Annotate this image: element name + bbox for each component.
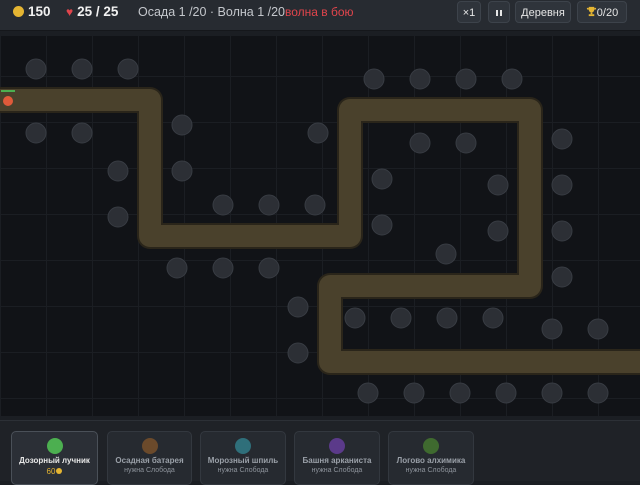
tower-slot[interactable] bbox=[482, 307, 504, 329]
gold-counter: 150 bbox=[13, 0, 51, 24]
tower-slot[interactable] bbox=[212, 257, 234, 279]
enemy-unit bbox=[3, 96, 13, 106]
tower-slot[interactable] bbox=[436, 307, 458, 329]
tower-cost-value: 60 bbox=[46, 467, 56, 476]
heart-icon: ♥ bbox=[66, 5, 74, 19]
speed-button[interactable]: ×1 bbox=[457, 1, 481, 23]
gold-value: 150 bbox=[28, 4, 51, 19]
pause-button[interactable] bbox=[488, 1, 510, 23]
tower-requirement: нужна Слобода bbox=[124, 467, 175, 474]
tower-requirement: нужна Слобода bbox=[311, 467, 363, 474]
tower-slot[interactable] bbox=[25, 58, 47, 80]
tower-requirement: нужна Слобода bbox=[405, 467, 457, 474]
tower-slot[interactable] bbox=[107, 160, 129, 182]
tower-slot[interactable] bbox=[287, 296, 309, 318]
tower-slot[interactable] bbox=[551, 174, 573, 196]
tower-slot[interactable] bbox=[541, 318, 563, 340]
tower-slot[interactable] bbox=[258, 194, 280, 216]
tower-slot[interactable] bbox=[107, 206, 129, 228]
tower-slot[interactable] bbox=[409, 68, 431, 90]
tower-slot[interactable] bbox=[25, 122, 47, 144]
coin-icon bbox=[13, 6, 24, 17]
tower-card-arcanist[interactable]: Башня арканиста нужна Слобода bbox=[294, 431, 380, 485]
tower-slot[interactable] bbox=[487, 174, 509, 196]
lives-counter: ♥ 25 / 25 bbox=[66, 0, 118, 24]
top-bar: 150 ♥ 25 / 25 Осада 1 /20 · Волна 1 /20 в… bbox=[0, 0, 640, 31]
tower-name: Логово алхимика bbox=[396, 456, 466, 465]
trophy-icon bbox=[586, 6, 596, 17]
tower-slot[interactable] bbox=[307, 122, 329, 144]
tower-slot[interactable] bbox=[258, 257, 280, 279]
tower-name: Морозный шпиль bbox=[207, 456, 279, 465]
tower-slot[interactable] bbox=[501, 68, 523, 90]
tower-slot[interactable] bbox=[455, 132, 477, 154]
tower-slot[interactable] bbox=[487, 220, 509, 242]
tower-card-siege-battery[interactable]: Осадная батарея нужна Слобода bbox=[107, 431, 192, 485]
tower-slot[interactable] bbox=[304, 194, 326, 216]
tower-cost: 60 bbox=[12, 467, 97, 476]
tower-name: Осадная батарея bbox=[115, 456, 184, 465]
tower-card-archer[interactable]: Дозорный лучник 60 bbox=[11, 431, 98, 485]
siege-battery-icon bbox=[141, 438, 158, 454]
tower-slot[interactable] bbox=[371, 214, 393, 236]
tower-slot[interactable] bbox=[363, 68, 385, 90]
tower-slot[interactable] bbox=[166, 257, 188, 279]
tower-slot[interactable] bbox=[287, 342, 309, 364]
tower-slot[interactable] bbox=[409, 132, 431, 154]
tower-card-frost-spire[interactable]: Морозный шпиль нужна Слобода bbox=[200, 431, 286, 485]
archer-tower-icon bbox=[46, 438, 63, 454]
enemy-health-bar bbox=[1, 90, 15, 92]
game-field[interactable] bbox=[0, 36, 640, 416]
tower-slot[interactable] bbox=[71, 58, 93, 80]
tower-slot[interactable] bbox=[551, 266, 573, 288]
pause-icon bbox=[496, 10, 502, 16]
tower-card-alchemist[interactable]: Логово алхимика нужна Слобода bbox=[388, 431, 474, 485]
arcanist-tower-icon bbox=[329, 438, 345, 454]
tower-slot[interactable] bbox=[455, 68, 477, 90]
tower-slot[interactable] bbox=[449, 382, 471, 404]
tower-slot[interactable] bbox=[495, 382, 517, 404]
tower-slot[interactable] bbox=[117, 58, 139, 80]
tower-slot[interactable] bbox=[344, 307, 366, 329]
village-button[interactable]: Деревня bbox=[515, 1, 571, 23]
tower-slot[interactable] bbox=[551, 220, 573, 242]
tower-slot[interactable] bbox=[435, 243, 457, 265]
tower-requirement: нужна Слобода bbox=[217, 467, 269, 474]
tower-slot[interactable] bbox=[171, 160, 193, 182]
tower-slot[interactable] bbox=[587, 318, 609, 340]
lives-value: 25 / 25 bbox=[77, 4, 119, 19]
battlefield-map bbox=[0, 58, 640, 404]
tower-name: Башня арканиста bbox=[302, 456, 372, 465]
tower-name: Дозорный лучник bbox=[19, 456, 90, 465]
coin-icon bbox=[56, 468, 63, 474]
siege-wave-text: Осада 1 /20 · Волна 1 /20 bbox=[138, 5, 285, 19]
tower-slot[interactable] bbox=[357, 382, 379, 404]
tower-slot[interactable] bbox=[541, 382, 563, 404]
trophies-button[interactable]: 0/20 bbox=[577, 1, 627, 23]
trophies-value: 0/20 bbox=[596, 7, 619, 19]
tower-slot[interactable] bbox=[403, 382, 425, 404]
tower-slot[interactable] bbox=[71, 122, 93, 144]
tower-slot[interactable] bbox=[171, 114, 193, 136]
tower-slot[interactable] bbox=[390, 307, 412, 329]
tower-slot[interactable] bbox=[551, 128, 573, 150]
tower-slot[interactable] bbox=[212, 194, 234, 216]
tower-shop-bar: Дозорный лучник 60 Осадная батарея нужна… bbox=[0, 420, 640, 485]
frost-spire-icon bbox=[235, 438, 251, 454]
alchemist-lair-icon bbox=[423, 438, 439, 454]
tower-slot[interactable] bbox=[371, 168, 393, 190]
wave-status: волна в бою bbox=[285, 5, 354, 19]
tower-slot[interactable] bbox=[587, 382, 609, 404]
